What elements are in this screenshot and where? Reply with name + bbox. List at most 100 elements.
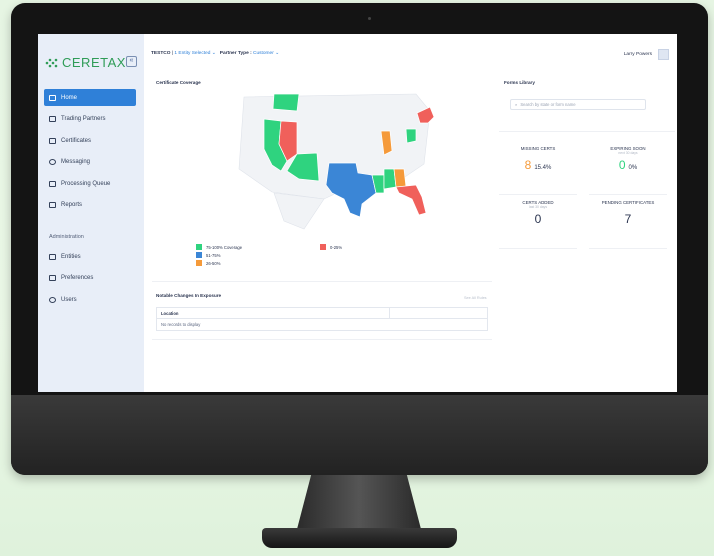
partner-type-select[interactable]: Customer	[253, 51, 274, 56]
sidebar-item-label: Messaging	[61, 159, 91, 166]
table-empty-message: No records to display	[161, 322, 201, 327]
sidebar: CERETAX « Home Trading Partners Certific…	[38, 34, 144, 392]
legend-item: 51-75%	[196, 252, 220, 258]
divider	[499, 131, 675, 132]
sidebar-item-trading-partners[interactable]: Trading Partners	[44, 111, 136, 128]
missing-percent: 15.4%	[534, 165, 552, 171]
stat-sublabel	[589, 205, 667, 210]
legend-label: 0-25%	[330, 244, 343, 250]
sidebar-item-entities[interactable]: Entities	[44, 248, 136, 265]
sidebar-item-certificates[interactable]: Certificates	[44, 132, 136, 149]
stat-value: 0 0%	[589, 158, 667, 172]
logo-text: CERETAX	[62, 55, 126, 70]
reports-icon	[49, 202, 56, 209]
state-ohio[interactable]	[405, 128, 417, 144]
divider	[152, 281, 492, 282]
avatar[interactable]	[658, 49, 669, 60]
chevron-down-icon[interactable]: ⌄	[212, 51, 216, 56]
pending-certificates-stat[interactable]: PENDING CERTIFICATES 7	[589, 194, 667, 249]
app-screen: CERETAX « Home Trading Partners Certific…	[38, 34, 677, 392]
queue-icon	[49, 180, 56, 187]
sidebar-item-label: Users	[61, 296, 77, 303]
admin-heading: Administration	[49, 234, 84, 240]
search-placeholder: Search by state or form name	[520, 102, 576, 107]
expiring-count: 0	[618, 158, 626, 172]
user-menu[interactable]: Larry Powers	[624, 49, 669, 60]
expiring-soon-stat[interactable]: EXPIRING SOON next 30 days 0 0%	[589, 140, 667, 195]
sidebar-item-label: Trading Partners	[61, 116, 106, 123]
table-column-divider	[389, 308, 390, 318]
sidebar-item-home[interactable]: Home	[44, 89, 136, 106]
sidebar-item-label: Home	[61, 94, 78, 101]
company-name: TESTCO	[151, 51, 171, 56]
sidebar-item-users[interactable]: Users	[44, 291, 136, 308]
stat-value: 0	[534, 212, 542, 226]
main-nav: Home Trading Partners Certificates Messa…	[44, 89, 136, 219]
legend-label: 75-100% Coverage	[206, 244, 243, 250]
table-header-location[interactable]: Location	[161, 311, 178, 316]
table-divider	[157, 318, 487, 319]
expiring-percent: 0%	[628, 165, 638, 171]
top-filter-bar: TESTCO | 1 Entity Selected ⌄ Partner Typ…	[151, 51, 279, 56]
missing-certs-stat[interactable]: MISSING CERTS 8 15.4%	[499, 140, 577, 195]
admin-nav: Entities Preferences Users	[44, 248, 136, 313]
sidebar-item-label: Preferences	[61, 275, 94, 282]
chevron-down-icon[interactable]: ⌄	[275, 51, 279, 56]
sidebar-item-processing-queue[interactable]: Processing Queue	[44, 175, 136, 192]
logo-icon	[45, 58, 58, 67]
main-content: TESTCO | 1 Entity Selected ⌄ Partner Typ…	[144, 34, 677, 392]
preferences-icon	[49, 275, 56, 282]
forms-search-input[interactable]: ⌕ Search by state or form name	[510, 99, 646, 110]
users-icon	[49, 296, 56, 303]
legend-item: 75-100% Coverage	[196, 244, 242, 250]
trading-partners-icon	[49, 116, 56, 123]
state-washington[interactable]	[272, 93, 300, 112]
state-alabama[interactable]	[393, 168, 407, 188]
stat-sublabel: last 30 days	[528, 205, 548, 209]
monitor-base	[262, 528, 457, 548]
partner-type-label: Partner Type :	[219, 51, 252, 56]
collapse-sidebar-button[interactable]: «	[126, 56, 137, 67]
sidebar-item-messaging[interactable]: Messaging	[44, 154, 136, 171]
forms-library-title: Forms Library	[504, 80, 535, 85]
entity-selector[interactable]: 1 Entity Selected	[174, 51, 210, 56]
map-base-south	[273, 192, 325, 230]
user-name: Larry Powers	[623, 52, 652, 57]
stat-sublabel	[499, 151, 577, 156]
certificate-icon	[49, 137, 56, 144]
exposure-table: Location No records to display	[156, 307, 488, 331]
coverage-title: Certificate Coverage	[156, 80, 201, 85]
legend-swatch	[196, 252, 202, 258]
sidebar-item-reports[interactable]: Reports	[44, 197, 136, 214]
legend-swatch	[196, 244, 202, 250]
legend-swatch	[320, 244, 326, 250]
legend-label: 51-75%	[206, 252, 221, 258]
monitor-chin	[11, 395, 708, 475]
state-florida[interactable]	[395, 184, 427, 216]
stat-value: 7	[624, 212, 632, 226]
legend-label: 26-50%	[206, 260, 221, 266]
home-icon	[49, 94, 56, 101]
see-all-rules-link[interactable]: See All Rules	[464, 296, 487, 300]
sidebar-item-label: Processing Queue	[61, 180, 111, 187]
us-coverage-map	[238, 93, 435, 230]
stat-sublabel: next 30 days	[618, 151, 638, 155]
entities-icon	[49, 253, 56, 260]
legend-item: 0-25%	[320, 244, 342, 250]
monitor-stand	[296, 475, 422, 533]
messaging-icon	[49, 159, 56, 166]
camera-dot	[368, 17, 371, 20]
certs-added-stat[interactable]: CERTS ADDED last 30 days 0	[499, 194, 577, 249]
sidebar-item-label: Entities	[61, 253, 81, 260]
legend-item: 26-50%	[196, 260, 220, 266]
search-icon: ⌕	[515, 102, 518, 107]
notable-title: Notable Changes In Exposure	[156, 293, 222, 298]
sidebar-item-preferences[interactable]: Preferences	[44, 270, 136, 287]
logo: CERETAX	[45, 55, 126, 70]
stat-value: 8 15.4%	[499, 158, 577, 172]
sidebar-item-label: Reports	[61, 202, 83, 209]
divider	[152, 339, 492, 340]
legend-swatch	[196, 260, 202, 266]
missing-count: 8	[524, 158, 532, 172]
separator: |	[171, 51, 174, 56]
